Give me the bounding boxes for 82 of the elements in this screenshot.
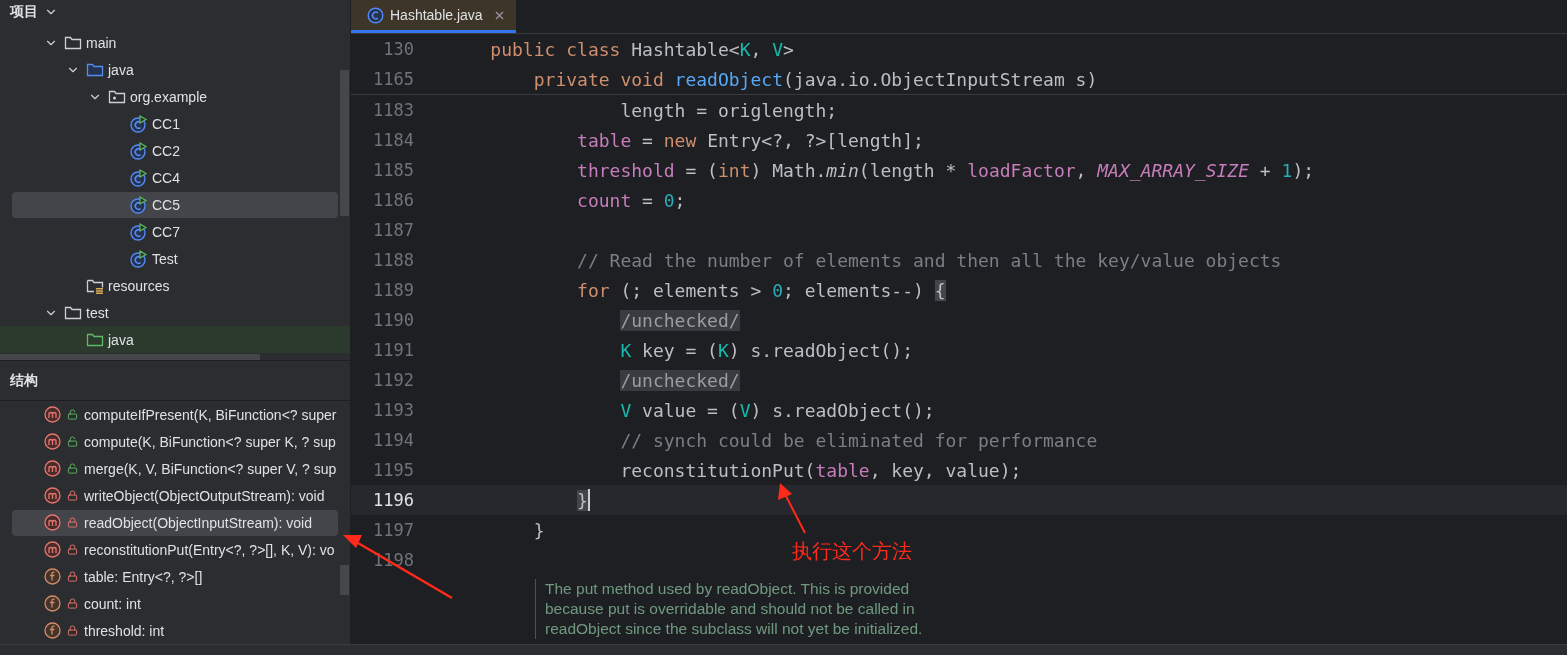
field-icon	[43, 622, 61, 639]
line-number: 1195	[372, 460, 414, 480]
line-number: 1196	[372, 490, 414, 510]
code-line: public class Hashtable<K, V>	[489, 38, 794, 60]
structure-item[interactable]: threshold: int	[12, 617, 338, 644]
folder-icon	[86, 61, 104, 78]
tree-item[interactable]: main	[12, 29, 338, 56]
folder-icon	[64, 34, 82, 51]
method-icon	[43, 433, 61, 450]
tree-item[interactable]: CC5	[12, 191, 338, 218]
folder-icon	[64, 304, 82, 321]
structure-item[interactable]: writeObject(ObjectOutputStream): void	[12, 482, 338, 509]
structure-item[interactable]: merge(K, V, BiFunction<? super V, ? sup	[12, 455, 338, 482]
arrow	[778, 483, 806, 534]
line-number: 1190	[372, 310, 414, 330]
class-icon	[130, 168, 148, 187]
scrollbar-thumb[interactable]	[0, 354, 260, 360]
code-line: for (; elements > 0; elements--) {	[576, 279, 946, 301]
tree-item[interactable]: resources	[12, 272, 338, 299]
code-line: K key = (K) s.readObject();	[619, 339, 913, 361]
method-icon	[43, 460, 61, 477]
code-line: private void readObject(java.io.ObjectInputStream s)	[532, 68, 1098, 90]
method-icon	[43, 406, 61, 423]
structure-item[interactable]: reconstitutionPut(Entry<?, ?>[], K, V): vo	[12, 536, 338, 563]
structure-item[interactable]: computeIfPresent(K, BiFunction<? super	[12, 401, 338, 428]
method-icon	[43, 487, 61, 504]
scrollbar-thumb[interactable]	[340, 565, 349, 595]
class-icon	[130, 222, 148, 241]
code-line: count = 0;	[576, 189, 686, 211]
code-line: reconstitutionPut(table, key, value);	[619, 459, 1022, 481]
code-line: threshold = (int) Math.min(length * loadFactor, MAX_ARRAY_SIZE + 1);	[576, 159, 1315, 181]
class-icon	[367, 6, 384, 24]
line-number: 1187	[372, 220, 414, 240]
structure-item[interactable]: count: int	[12, 590, 338, 617]
code-line: table = new Entry<?, ?>[length];	[576, 129, 924, 151]
scrollbar-thumb[interactable]	[340, 70, 349, 216]
editor-tab[interactable]: Hashtable.java	[351, 0, 516, 33]
line-number: 1192	[372, 370, 414, 390]
package-icon	[108, 88, 126, 105]
line-number: 1185	[372, 160, 414, 180]
tree-item[interactable]: Test	[12, 245, 338, 272]
line-number: 1165	[372, 69, 414, 89]
line-number: 1191	[372, 340, 414, 360]
class-icon	[130, 195, 148, 214]
doc-comment: The put method used by readObject. This is provided because put is overridable and should not be called in readObject since the subclass will not yet be initialized.	[535, 579, 1567, 639]
structure-item[interactable]: readObject(ObjectInputStream): void	[12, 509, 338, 536]
tree-item[interactable]: org.example	[12, 83, 338, 110]
tree-item[interactable]: java	[12, 56, 338, 83]
code-line: V value = (V) s.readObject();	[619, 399, 935, 421]
code-line: // synch could be eliminated for performance	[619, 429, 1098, 451]
line-number: 1189	[372, 280, 414, 300]
code-line: // Read the number of elements and then all the key/value objects	[576, 249, 1282, 271]
class-icon	[130, 114, 148, 133]
tree-item[interactable]: CC7	[12, 218, 338, 245]
code-line: }	[532, 519, 545, 541]
code-line: length = origlength;	[619, 99, 838, 121]
line-number: 1197	[372, 520, 414, 540]
tree-item[interactable]: CC4	[12, 164, 338, 191]
line-number: 1194	[372, 430, 414, 450]
structure-item[interactable]: table: Entry<?, ?>[]	[12, 563, 338, 590]
class-icon	[130, 249, 148, 268]
line-number: 1186	[372, 190, 414, 210]
panel-title: 结构	[10, 371, 38, 390]
line-number: 1193	[372, 400, 414, 420]
text-caret	[587, 489, 590, 511]
line-number: 130	[382, 39, 414, 59]
class-icon	[130, 141, 148, 160]
line-number: 1184	[372, 130, 414, 150]
field-icon	[43, 595, 61, 612]
tree-item[interactable]: test	[12, 299, 338, 326]
folder-icon	[86, 277, 104, 294]
tree-item[interactable]: CC2	[12, 137, 338, 164]
annotation-text: 执行这个方法	[792, 538, 912, 565]
method-icon	[43, 514, 61, 531]
folder-icon	[86, 331, 104, 348]
panel-title: 项目	[10, 3, 38, 21]
structure-item[interactable]: compute(K, BiFunction<? super K, ? sup	[12, 428, 338, 455]
line-number: 1188	[372, 250, 414, 270]
line-number: 1183	[372, 100, 414, 120]
tree-item[interactable]: CC1	[12, 110, 338, 137]
field-icon	[43, 568, 61, 585]
method-icon	[43, 541, 61, 558]
